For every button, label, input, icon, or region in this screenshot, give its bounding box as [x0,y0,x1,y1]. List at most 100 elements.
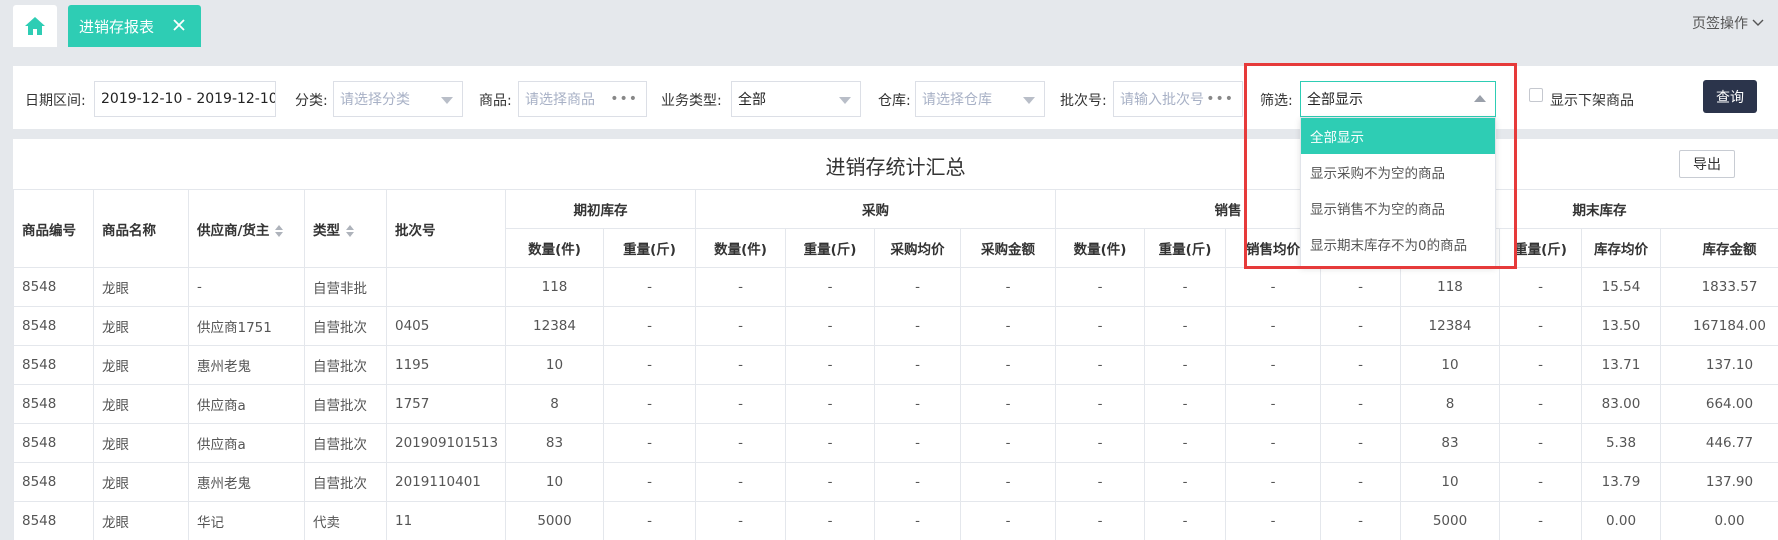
cell-s-avg: - [1225,423,1321,463]
cell-c-w: - [1499,345,1582,385]
tab-inventory-report[interactable]: 进销存报表 [68,5,201,47]
category-label: 分类: [295,93,328,109]
col-header-supplier[interactable]: 供应商/货主 [188,189,305,268]
chevron-up-icon [1474,95,1486,102]
date-range-input[interactable]: 2019-12-10 - 2019-12-10 [94,81,276,117]
cell-name: 龙眼 [93,384,189,424]
cell-s-qty: - [1055,267,1145,307]
report-panel: 进销存统计汇总 导出 商品编号 商品名称 供应商/货主 类型 批次号 期初库存 … [13,139,1778,540]
cell-name: 龙眼 [93,423,189,463]
cell-supplier: 供应商1751 [188,306,305,346]
sub-header-purchase-avg: 采购均价 [874,228,961,268]
tab-bar: 进销存报表 页签操作 [0,0,1778,48]
cell-code: 8548 [13,345,94,385]
screen-option[interactable]: 全部显示 [1301,118,1495,154]
biz-type-value: 全部 [738,92,766,108]
table-row[interactable]: 8548 龙眼 - 自营非批 118- - - - - - - - -118-15.54 1833.57 [13,267,1778,307]
cell-p-qty: - [695,423,786,463]
table-row[interactable]: 8548 龙眼 供应商a 自营批次 201909101513 83- - - - - - - - -83-… [13,423,1778,463]
cell-open-w: - [603,384,696,424]
cell-c-amt: 1833.57 [1660,267,1778,307]
cell-type: 自营批次 [304,345,387,385]
cell-c-amt: 137.10 [1660,345,1778,385]
cell-open-w: - [603,345,696,385]
cell-open-qty: 5000 [505,501,604,540]
group-header-purchase: 采购 [695,189,1056,229]
show-offshelf-label: 显示下架商品 [1550,93,1634,109]
cell-s-amt: - [1320,384,1401,424]
category-placeholder: 请选择分类 [340,92,410,108]
cell-name: 龙眼 [93,306,189,346]
screen-select[interactable]: 全部显示 [1300,81,1496,117]
cell-type: 自营批次 [304,462,387,502]
more-icon[interactable]: ••• [1206,91,1234,107]
close-icon[interactable] [169,15,189,35]
table-row[interactable]: 8548 龙眼 供应商a 自营批次 1757 8- - - - - - - - -8-83.00 664.0… [13,384,1778,424]
sub-header-purchase-weight: 重量(斤) [785,228,875,268]
inventory-table: 商品编号 商品名称 供应商/货主 类型 批次号 期初库存 采购 销售 期末库存 … [13,189,1778,540]
cell-supplier: 供应商a [188,423,305,463]
screen-option[interactable]: 显示采购不为空的商品 [1301,154,1495,190]
table-row[interactable]: 8548 龙眼 华记 代卖 11 5000- - - - - - - - -5000-0.00 0.00 [13,501,1778,540]
cell-open-w: - [603,306,696,346]
product-placeholder: 请选择商品 [525,92,595,108]
product-select[interactable]: 请选择商品 ••• [518,81,647,117]
cell-c-w: - [1499,384,1582,424]
more-icon[interactable]: ••• [610,91,638,107]
chevron-down-icon [1752,19,1764,26]
category-select[interactable]: 请选择分类 [333,81,463,117]
table-row[interactable]: 8548 龙眼 惠州老鬼 自营批次 2019110401 10- - - - - - - - -10-13… [13,462,1778,502]
batch-placeholder: 请输入批次号 [1120,92,1204,108]
cell-p-avg: - [874,501,961,540]
cell-p-w: - [785,501,875,540]
warehouse-label: 仓库: [878,93,911,109]
chevron-down-icon [839,97,851,104]
cell-s-qty: - [1055,501,1145,540]
home-icon [25,17,45,35]
tab-operations[interactable]: 页签操作 [1692,13,1764,33]
biz-type-select[interactable]: 全部 [731,81,861,117]
cell-c-amt: 664.00 [1660,384,1778,424]
table-row[interactable]: 8548 龙眼 惠州老鬼 自营批次 1195 10- - - - - - - - -10-13.71 137… [13,345,1778,385]
sort-icon[interactable] [275,224,284,237]
cell-p-w: - [785,267,875,307]
cell-p-w: - [785,462,875,502]
sort-icon[interactable] [346,224,354,237]
batch-input[interactable]: 请输入批次号 ••• [1113,81,1243,117]
cell-p-qty: - [695,462,786,502]
table-body: 8548 龙眼 - 自营非批 118- - - - - - - - -118-15.54 1833.57 8… [13,267,1778,540]
batch-label: 批次号: [1060,93,1107,109]
col-header-type[interactable]: 类型 [304,189,387,268]
cell-s-w: - [1144,423,1226,463]
cell-s-amt: - [1320,267,1401,307]
table-row[interactable]: 8548 龙眼 供应商1751 自营批次 0405 12384- - - - - - - - -12384… [13,306,1778,346]
col-header-name: 商品名称 [93,189,189,268]
screen-option[interactable]: 显示期末库存不为0的商品 [1301,226,1495,262]
cell-s-amt: - [1320,501,1401,540]
warehouse-select[interactable]: 请选择仓库 [915,81,1045,117]
cell-p-amt: - [960,267,1056,307]
cell-code: 8548 [13,306,94,346]
cell-p-qty: - [695,501,786,540]
cell-type: 自营批次 [304,384,387,424]
cell-p-amt: - [960,462,1056,502]
cell-p-amt: - [960,423,1056,463]
date-range-value: 2019-12-10 - 2019-12-10 [101,91,276,107]
cell-c-w: - [1499,462,1582,502]
cell-code: 8548 [13,267,94,307]
cell-c-amt: 446.77 [1660,423,1778,463]
date-label: 日期区间: [25,93,86,109]
cell-open-qty: 83 [505,423,604,463]
warehouse-placeholder: 请选择仓库 [922,92,992,108]
query-button[interactable]: 查询 [1703,80,1757,113]
cell-batch: 11 [386,501,506,540]
export-button[interactable]: 导出 [1679,150,1735,178]
screen-option[interactable]: 显示销售不为空的商品 [1301,190,1495,226]
cell-batch: 0405 [386,306,506,346]
show-offshelf-checkbox[interactable] [1529,88,1543,102]
cell-batch: 1757 [386,384,506,424]
cell-s-amt: - [1320,306,1401,346]
home-tab[interactable] [13,5,57,47]
product-label: 商品: [479,93,512,109]
cell-s-avg: - [1225,267,1321,307]
